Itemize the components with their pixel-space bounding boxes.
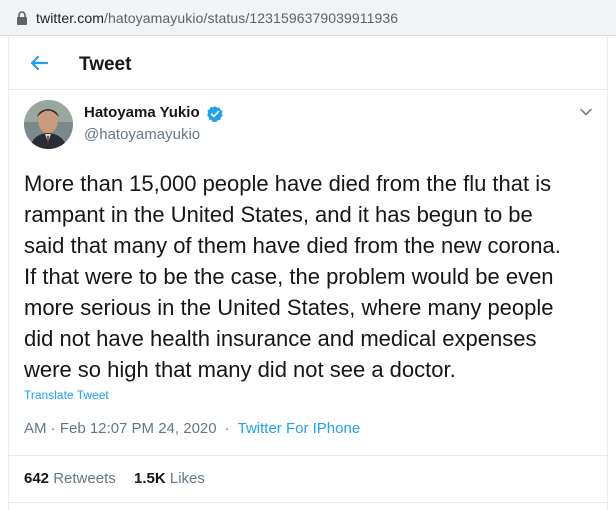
- lock-icon: [17, 11, 27, 25]
- meta-separator: ·: [224, 420, 230, 437]
- retweets-stat[interactable]: 642 Retweets: [24, 470, 116, 487]
- tweet-header: Tweet: [9, 36, 607, 90]
- avatar[interactable]: [24, 100, 73, 149]
- retweets-label: Retweets: [53, 470, 116, 487]
- author-handle[interactable]: @hatoyamayukio: [84, 126, 200, 143]
- translate-tweet-link[interactable]: Translate Tweet: [24, 388, 109, 402]
- retweets-count: 642: [24, 470, 50, 487]
- chevron-down-icon[interactable]: [579, 105, 593, 119]
- likes-count: 1.5K: [134, 470, 166, 487]
- url-host: twitter.com: [36, 10, 105, 26]
- tweet-page: Tweet Hatoyama Yukio @hatoyamayukio More…: [8, 36, 608, 510]
- likes-label: Likes: [169, 470, 205, 487]
- tweet-text: More than 15,000 people have died from t…: [24, 171, 561, 382]
- back-arrow-icon[interactable]: [27, 51, 51, 75]
- verified-badge-icon: [207, 106, 223, 123]
- likes-stat[interactable]: 1.5K Likes: [134, 470, 205, 487]
- tweet-source-link[interactable]: Twitter For IPhone: [238, 420, 361, 437]
- address-bar[interactable]: twitter.com/hatoyamayukio/status/1231596…: [0, 0, 616, 36]
- avatar-image: [24, 100, 73, 149]
- url-path: /hatoyamayukio/status/123159637903991193…: [104, 10, 399, 26]
- tweet-stats: 642 Retweets 1.5K Likes: [9, 455, 607, 503]
- url-text[interactable]: twitter.com/hatoyamayukio/status/1231596…: [36, 10, 398, 26]
- tweet-meta: AM · Feb 12:07 PM 24, 2020 · Twitter For I…: [24, 420, 360, 437]
- tweet-timestamp[interactable]: AM · Feb 12:07 PM 24, 2020: [24, 420, 217, 437]
- page-title: Tweet: [79, 54, 132, 75]
- author-display-name[interactable]: Hatoyama Yukio: [84, 104, 200, 121]
